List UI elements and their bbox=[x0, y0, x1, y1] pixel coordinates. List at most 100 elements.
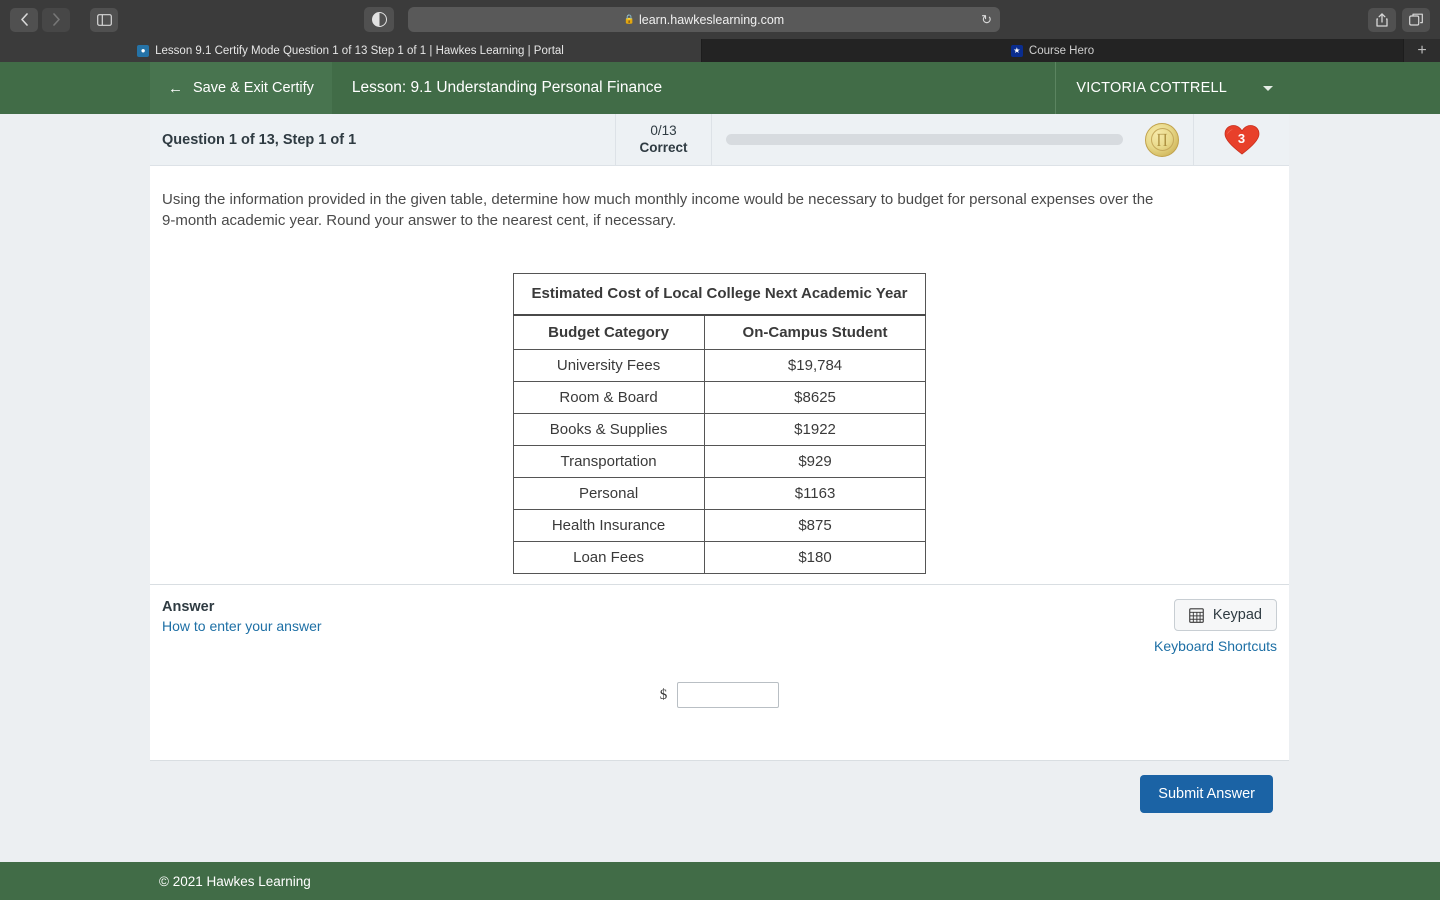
row-value: $19,784 bbox=[703, 349, 927, 383]
table-row: University Fees $19,784 bbox=[512, 349, 927, 383]
answer-header: Answer How to enter your answer Keypad K… bbox=[162, 599, 1277, 654]
browser-toolbar: 🔒 learn.hawkeslearning.com ↻ bbox=[0, 0, 1440, 39]
row-category: Transportation bbox=[512, 445, 705, 479]
share-button[interactable] bbox=[1368, 7, 1396, 32]
question-area: Using the information provided in the gi… bbox=[150, 166, 1289, 585]
table-row: Transportation $929 bbox=[512, 445, 927, 479]
keyboard-shortcuts-link[interactable]: Keyboard Shortcuts bbox=[1154, 638, 1277, 654]
cost-table-body: University Fees $19,784 Room & Board $86… bbox=[512, 349, 927, 575]
row-value: $1163 bbox=[703, 477, 927, 511]
question-text: Using the information provided in the gi… bbox=[162, 191, 1154, 229]
question-progress-label: Question 1 of 13, Step 1 of 1 bbox=[162, 131, 357, 148]
page-body: ← Save & Exit Certify Lesson: 9.1 Unders… bbox=[0, 62, 1440, 900]
chevron-down-icon bbox=[1263, 85, 1273, 91]
correct-word: Correct bbox=[639, 139, 688, 155]
answer-input[interactable] bbox=[677, 682, 780, 709]
reader-contrast-button[interactable] bbox=[364, 7, 394, 32]
url-text: learn.hawkeslearning.com bbox=[639, 12, 785, 27]
table-title-row: Estimated Cost of Local College Next Aca… bbox=[512, 273, 927, 317]
heart-icon: 3 bbox=[1224, 124, 1260, 156]
hawkes-favicon-icon: ● bbox=[137, 44, 150, 57]
keypad-grid-icon bbox=[1189, 607, 1204, 623]
chevron-left-icon bbox=[20, 13, 28, 26]
coin-inner-symbol: ∏ bbox=[1150, 128, 1174, 151]
lock-icon: 🔒 bbox=[623, 14, 635, 24]
answer-title: Answer bbox=[162, 599, 215, 616]
row-category: Room & Board bbox=[512, 381, 705, 415]
dollar-sign-label: $ bbox=[659, 686, 668, 703]
user-name-label: VICTORIA COTTRELL bbox=[1076, 80, 1227, 96]
row-value: $875 bbox=[703, 509, 927, 543]
submit-answer-button[interactable]: Submit Answer bbox=[1140, 775, 1273, 814]
reader-contrast-icon bbox=[371, 12, 387, 27]
save-and-exit-button[interactable]: ← Save & Exit Certify bbox=[150, 62, 332, 114]
sidebar-toggle-icon bbox=[96, 13, 112, 26]
user-menu[interactable]: VICTORIA COTTRELL bbox=[1055, 62, 1289, 114]
column-header-oncampus: On-Campus Student bbox=[703, 314, 927, 351]
table-header-row: Budget Category On-Campus Student bbox=[512, 314, 927, 351]
back-button[interactable] bbox=[10, 7, 38, 32]
answer-input-row: $ bbox=[162, 682, 1277, 709]
address-bar[interactable]: 🔒 learn.hawkeslearning.com ↻ bbox=[408, 7, 1000, 32]
table-row: Health Insurance $875 bbox=[512, 509, 927, 543]
browser-tab-hawkes[interactable]: ● Lesson 9.1 Certify Mode Question 1 of … bbox=[0, 39, 702, 62]
row-category: Health Insurance bbox=[512, 509, 705, 543]
cost-table-title: Estimated Cost of Local College Next Aca… bbox=[512, 273, 927, 317]
browser-right-actions bbox=[1368, 7, 1430, 32]
table-row: Books & Supplies $1922 bbox=[512, 413, 927, 447]
row-value: $1922 bbox=[703, 413, 927, 447]
answer-header-right: Keypad Keyboard Shortcuts bbox=[1154, 599, 1277, 654]
row-category: University Fees bbox=[512, 349, 705, 383]
page-footer: © 2021 Hawkes Learning bbox=[0, 862, 1440, 900]
keypad-button[interactable]: Keypad bbox=[1173, 599, 1277, 632]
content-container: Question 1 of 13, Step 1 of 1 0/13 Corre… bbox=[150, 114, 1289, 828]
reload-button[interactable]: ↻ bbox=[981, 13, 992, 26]
correct-count: 0/13 bbox=[650, 122, 677, 138]
chevron-right-icon bbox=[52, 13, 60, 26]
row-value: $929 bbox=[703, 445, 927, 479]
row-value: $180 bbox=[703, 541, 927, 575]
lesson-title: Lesson: 9.1 Understanding Personal Finan… bbox=[351, 79, 663, 96]
tab-overview-icon bbox=[1409, 13, 1423, 26]
table-wrapper: Estimated Cost of Local College Next Aca… bbox=[162, 273, 1277, 575]
answer-section: Answer How to enter your answer Keypad K… bbox=[150, 584, 1289, 761]
address-bar-content: 🔒 learn.hawkeslearning.com bbox=[624, 13, 784, 27]
share-icon bbox=[1376, 12, 1388, 27]
new-tab-button[interactable]: + bbox=[1404, 39, 1440, 62]
hearts-remaining-count: 3 bbox=[1237, 131, 1246, 146]
table-row: Loan Fees $180 bbox=[512, 541, 927, 575]
cost-table: Estimated Cost of Local College Next Aca… bbox=[512, 273, 927, 575]
table-row: Personal $1163 bbox=[512, 477, 927, 511]
header-left-spacer bbox=[0, 62, 150, 114]
how-to-enter-answer-link[interactable]: How to enter your answer bbox=[162, 618, 322, 634]
progress-bar bbox=[726, 134, 1123, 145]
browser-nav-group bbox=[10, 7, 70, 32]
coin-icon: ∏ bbox=[1145, 122, 1179, 157]
coursehero-favicon-icon: ★ bbox=[1010, 44, 1023, 57]
row-value: $8625 bbox=[703, 381, 927, 415]
row-category: Personal bbox=[512, 477, 705, 511]
app-header: ← Save & Exit Certify Lesson: 9.1 Unders… bbox=[0, 62, 1440, 114]
copyright-text: © 2021 Hawkes Learning bbox=[159, 873, 311, 889]
forward-button[interactable] bbox=[42, 7, 70, 32]
submit-bar: Submit Answer bbox=[150, 760, 1289, 828]
keypad-label: Keypad bbox=[1212, 607, 1262, 624]
sidebar-toggle-button[interactable] bbox=[90, 7, 118, 32]
table-row: Room & Board $8625 bbox=[512, 381, 927, 415]
question-status-bar: Question 1 of 13, Step 1 of 1 0/13 Corre… bbox=[150, 114, 1289, 166]
tab-overview-button[interactable] bbox=[1402, 7, 1430, 32]
browser-tab-title: Lesson 9.1 Certify Mode Question 1 of 13… bbox=[155, 44, 564, 57]
progress-section: ∏ bbox=[711, 114, 1193, 165]
browser-tab-coursehero[interactable]: ★ Course Hero bbox=[702, 39, 1404, 62]
save-and-exit-label: Save & Exit Certify bbox=[193, 80, 314, 96]
cost-table-head: Estimated Cost of Local College Next Aca… bbox=[512, 273, 927, 351]
hearts-counter: 3 bbox=[1193, 114, 1289, 165]
tab-bar: ● Lesson 9.1 Certify Mode Question 1 of … bbox=[0, 39, 1440, 62]
browser-tab-title: Course Hero bbox=[1028, 44, 1095, 57]
column-header-category: Budget Category bbox=[512, 314, 705, 351]
row-category: Loan Fees bbox=[512, 541, 705, 575]
row-category: Books & Supplies bbox=[512, 413, 705, 447]
correct-counter: 0/13 Correct bbox=[615, 114, 711, 165]
answer-header-left: Answer How to enter your answer bbox=[162, 599, 1154, 654]
arrow-left-icon: ← bbox=[168, 79, 183, 97]
